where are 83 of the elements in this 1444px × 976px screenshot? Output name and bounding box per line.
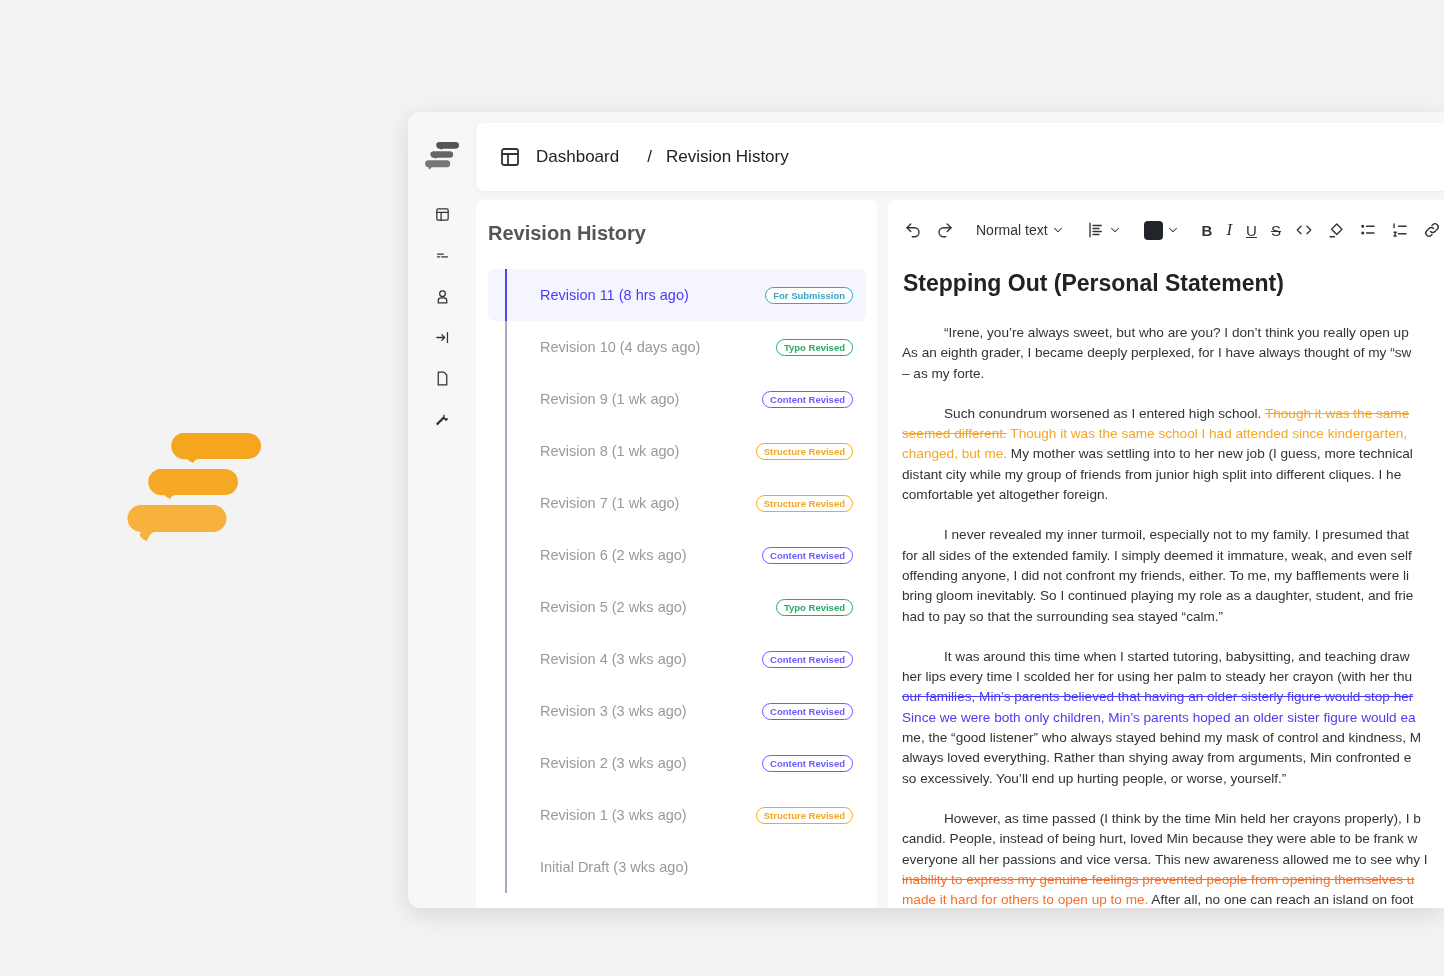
revision-label: Revision 7 (1 wk ago) [540,495,680,511]
italic-button[interactable]: I [1224,218,1235,242]
text-line: me, the “good listener” who always stayed behind my mask of control and kindness, M [902,729,1423,748]
revision-item[interactable]: Initial Draft (3 wks ago) [488,841,866,893]
text-line: – as my forte. [902,364,986,383]
panel-title: Revision History [488,222,647,245]
revision-tag: Content Revised [762,650,853,668]
undo-icon [904,221,922,239]
revision-label: Revision 11 (8 hrs ago) [540,287,689,303]
revision-tag: Content Revised [762,702,853,720]
sidebar-button[interactable] [433,206,451,223]
revision-item[interactable]: Revision 2 (3 wks ago) Content Revised [488,737,866,789]
layout-icon [498,145,522,169]
revision-item[interactable]: Revision 7 (1 wk ago) Structure Revised [488,477,866,529]
text-line: Since we were both only children, Min’s parents hoped an older sister figure would ea [902,708,1417,727]
revision-label: Revision 9 (1 wk ago) [540,391,680,407]
revision-tag: Typo Revised [775,598,853,616]
text-line: everyone all her passions and vice versa. This new awareness allowed me to see why I [902,850,1429,869]
numbered-list-icon [1390,221,1409,239]
revision-tag: For Submission [765,286,853,304]
text-line: had to pay so that the surrounding sea stayed “calm.” [902,607,1225,626]
revision-item[interactable]: Revision 5 (2 wks ago) Typo Revised [488,581,866,633]
text-line: always loved everything. Rather than shying away from arguments, Min confronted e [902,749,1413,768]
logo-icon [127,433,261,543]
revision-tag: Content Revised [762,754,853,772]
text-line: for all sides of the extended family. I simply deemed it immature, weak, and even self [902,546,1413,565]
text-line: seemed different. Though it was the same school I had attended since kindergarten, [902,425,1409,444]
revision-tag: Structure Revised [755,442,853,460]
breadcrumb-link[interactable]: Revision History [665,147,789,167]
document-title: Stepping Out (Personal Statement) [903,270,1285,297]
revision-label: Revision 4 (3 wks ago) [540,651,687,667]
revision-label: Revision 6 (2 wks ago) [540,547,687,563]
revision-label: Revision 10 (4 days ago) [540,339,701,355]
text-line: distant city while my group of friends from junior high split into different cliques. I he [902,465,1403,484]
text-line: inability to express my genuine feelings prevented people from opening themselves u [902,870,1416,889]
revision-item[interactable]: Revision 9 (1 wk ago) Content Revised [488,373,866,425]
revision-label: Revision 3 (3 wks ago) [540,703,687,719]
text-line: our families, Min’s parents believed that having an older sisterly figure would stop her [902,688,1415,707]
text-style-dropdown[interactable]: Normal text [974,220,1067,240]
text-line: changed, but me. My mother was settling into to her new job (I guess, more technical [902,445,1414,464]
revision-label: Revision 2 (3 wks ago) [540,755,687,771]
logo-icon [425,142,459,170]
revision-item[interactable]: Revision 4 (3 wks ago) Content Revised [488,633,866,685]
revision-item[interactable]: Revision 8 (1 wk ago) Structure Revised [488,425,866,477]
revision-label: Revision 5 (2 wks ago) [540,599,687,615]
revision-tag: Structure Revised [755,494,853,512]
link-icon [1422,221,1441,239]
underline-button[interactable]: U [1244,219,1259,241]
breadcrumb-link[interactable]: Dashboard [536,147,620,167]
revision-label: Initial Draft (3 wks ago) [540,859,689,875]
text-line: As an eighth grader, I became deeply perplexed, for I have always thought of my “sw [902,344,1413,363]
revision-item[interactable]: Revision 1 (3 wks ago) Structure Revised [488,789,866,841]
breadcrumb-separator: / [647,147,652,167]
align-left-icon [1086,221,1105,239]
text-line: so excessively. You’ll end up hurting people, or worse, yourself.” [902,769,1288,788]
arrow-to-bar-icon [433,329,451,346]
layout-icon [433,206,451,223]
text-line: comfortable yet altogether foreign. [902,486,1110,505]
text-line: It was around this time when I started tutoring, babysitting, and teaching draw [943,647,1411,666]
eraser-icon [1326,221,1345,239]
revision-item[interactable]: Revision 3 (3 wks ago) Content Revised [488,685,866,737]
text-line: “Irene, you’re always sweet, but who are you? I don’t think you really open up [943,324,1410,342]
text-line: candid. People, instead of being hurt, loved Min because they were able to be frank w [902,830,1419,849]
sidebar-button[interactable] [433,329,451,346]
text-line: made it hard for others to open up to me. After all, no one can reach an island on foot [902,891,1415,908]
revision-label: Revision 8 (1 wk ago) [540,443,680,459]
revision-tag: Typo Revised [775,338,853,356]
revision-item[interactable]: Revision 11 (8 hrs ago) For Submission [488,269,866,321]
bold-button[interactable]: B [1199,219,1215,241]
text-line: her lips every time I scolded her for using her palm to steady her crayon (with her thu [902,668,1413,687]
text-line: I never revealed my inner turmoil, especially not to my family. I presumed that [943,526,1411,545]
text-line: offending anyone, I did not confront my friends, either. To me, my bafflements were li [902,566,1411,585]
revision-tag: Structure Revised [755,806,853,824]
revision-label: Revision 1 (3 wks ago) [540,807,687,823]
redo-icon [936,221,954,239]
revision-item[interactable]: Revision 10 (4 days ago) Typo Revised [488,321,866,373]
revision-tag: Content Revised [762,390,853,408]
text-line: However, as time passed (I think by the time Min held her crayons properly), I b [943,809,1422,828]
text-line: bring gloom inevitably. So I continued playing my role as a daughter, student, and frie [902,587,1415,606]
revision-tag: Content Revised [762,546,853,564]
strike-button[interactable]: S [1268,219,1283,241]
text-line: Such conundrum worsened as I entered high school. Though it was the same [943,404,1411,423]
revision-item[interactable]: Revision 6 (2 wks ago) Content Revised [488,529,866,581]
